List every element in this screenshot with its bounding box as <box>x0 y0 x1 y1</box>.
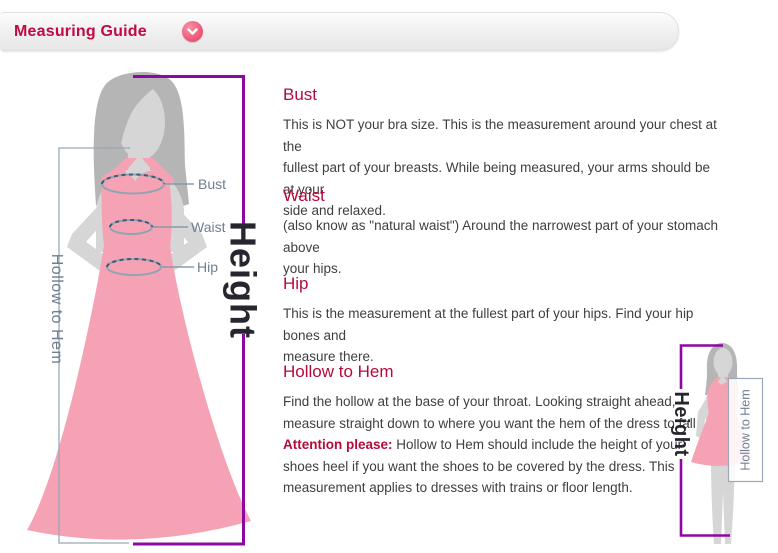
measuring-guide-page: Measuring Guide <box>0 0 778 553</box>
section-waist: Waist (also know as "natural waist") Aro… <box>283 186 723 280</box>
main-measurement-illustration: Bust Waist Hip Hollow to Hem Height <box>0 0 280 553</box>
dress-bodice <box>101 171 172 252</box>
bust-heading: Bust <box>283 85 723 105</box>
small-figure-face <box>714 348 733 376</box>
hip-label: Hip <box>197 259 218 275</box>
hip-heading: Hip <box>283 274 723 294</box>
waist-heading: Waist <box>283 186 723 206</box>
waist-label: Waist <box>191 219 226 235</box>
attention-please-label: Attention please: <box>283 437 393 452</box>
hollow-description-part1: Find the hollow at the base of your thro… <box>283 394 699 431</box>
small-height-illustration: Height Hollow to Hem <box>655 330 778 553</box>
bust-label: Bust <box>198 176 226 192</box>
small-height-label: Height <box>670 391 692 456</box>
hollow-to-hem-vertical-label: Hollow to Hem <box>48 254 65 365</box>
height-label: Height <box>223 221 264 339</box>
waist-description: (also know as "natural waist") Around th… <box>283 215 723 280</box>
small-hollow-to-hem-label: Hollow to Hem <box>739 389 753 470</box>
